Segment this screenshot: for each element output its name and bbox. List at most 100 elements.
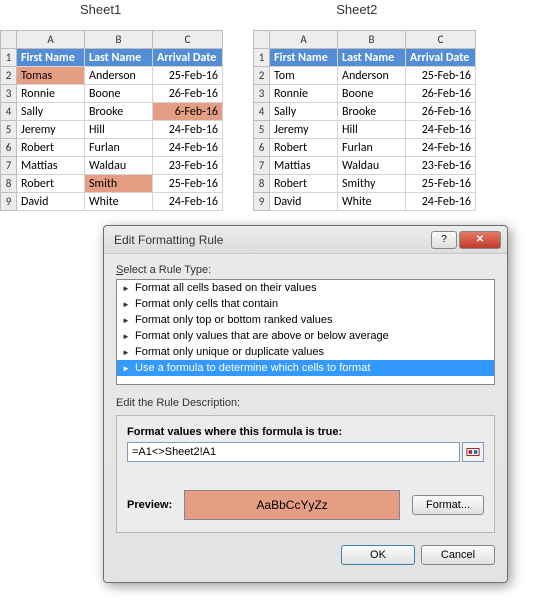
cell[interactable]: Ronnie (17, 85, 85, 103)
header-arrival-date[interactable]: Arrival Date (406, 49, 476, 67)
cell[interactable]: Boone (85, 85, 153, 103)
cell[interactable]: 25-Feb-16 (153, 67, 223, 85)
header-last-name[interactable]: Last Name (85, 49, 153, 67)
header-arrival-date[interactable]: Arrival Date (153, 49, 223, 67)
cell[interactable]: David (17, 193, 85, 211)
cell[interactable]: Robert (270, 175, 338, 193)
cell[interactable]: 25-Feb-16 (406, 67, 476, 85)
format-button[interactable]: Format... (412, 495, 484, 515)
cell[interactable]: White (338, 193, 406, 211)
row-header[interactable]: 4 (254, 103, 270, 121)
formula-input[interactable] (127, 442, 460, 462)
header-last-name[interactable]: Last Name (338, 49, 406, 67)
row-header[interactable]: 8 (254, 175, 270, 193)
cell[interactable]: 26-Feb-16 (406, 103, 476, 121)
dialog-titlebar[interactable]: Edit Formatting Rule ? ✕ (104, 226, 507, 254)
cell[interactable]: Furlan (85, 139, 153, 157)
cell[interactable]: 25-Feb-16 (153, 175, 223, 193)
row-header[interactable]: 9 (254, 193, 270, 211)
cell[interactable]: Jeremy (270, 121, 338, 139)
cell[interactable]: Robert (17, 139, 85, 157)
cell[interactable]: Robert (270, 139, 338, 157)
cell[interactable]: Brooke (85, 103, 153, 121)
cell[interactable]: 24-Feb-16 (406, 139, 476, 157)
cell[interactable]: Anderson (85, 67, 153, 85)
corner-cell[interactable] (1, 31, 17, 49)
row-header[interactable]: 6 (254, 139, 270, 157)
row-header[interactable]: 7 (1, 157, 17, 175)
sheet2-grid[interactable]: A B C 1 First Name Last Name Arrival Dat… (253, 30, 476, 211)
rule-type-item-selected[interactable]: Use a formula to determine which cells t… (117, 360, 494, 376)
cancel-button[interactable]: Cancel (421, 545, 495, 565)
row-header[interactable]: 5 (1, 121, 17, 139)
row-header[interactable]: 4 (1, 103, 17, 121)
cell[interactable]: Mattias (17, 157, 85, 175)
corner-cell[interactable] (254, 31, 270, 49)
row-header[interactable]: 9 (1, 193, 17, 211)
row-header[interactable]: 1 (254, 49, 270, 67)
cell[interactable]: 26-Feb-16 (153, 85, 223, 103)
cell[interactable]: Hill (85, 121, 153, 139)
cell[interactable]: Sally (270, 103, 338, 121)
cell[interactable]: 25-Feb-16 (406, 175, 476, 193)
col-header-B[interactable]: B (338, 31, 406, 49)
rule-type-item[interactable]: Format only top or bottom ranked values (117, 312, 494, 328)
cell[interactable]: Jeremy (17, 121, 85, 139)
header-first-name[interactable]: First Name (270, 49, 338, 67)
cell[interactable]: Anderson (338, 67, 406, 85)
cell[interactable]: White (85, 193, 153, 211)
rule-type-item[interactable]: Format only cells that contain (117, 296, 494, 312)
cell[interactable]: 23-Feb-16 (153, 157, 223, 175)
cell[interactable]: 24-Feb-16 (153, 121, 223, 139)
cell[interactable]: 26-Feb-16 (406, 85, 476, 103)
cell[interactable]: Waldau (338, 157, 406, 175)
cell[interactable]: Tom (270, 67, 338, 85)
cell[interactable]: 24-Feb-16 (153, 193, 223, 211)
cell[interactable]: Boone (338, 85, 406, 103)
cell[interactable]: David (270, 193, 338, 211)
row-header[interactable]: 3 (1, 85, 17, 103)
cell[interactable]: Brooke (338, 103, 406, 121)
cell[interactable]: 24-Feb-16 (406, 121, 476, 139)
ok-button[interactable]: OK (341, 545, 415, 565)
cell[interactable]: Smith (85, 175, 153, 193)
cell[interactable]: Robert (17, 175, 85, 193)
cell[interactable]: Mattias (270, 157, 338, 175)
cell[interactable]: 24-Feb-16 (153, 139, 223, 157)
col-header-C[interactable]: C (406, 31, 476, 49)
sheet1-label: Sheet1 (80, 2, 121, 17)
row-header[interactable]: 2 (1, 67, 17, 85)
cell[interactable]: 23-Feb-16 (406, 157, 476, 175)
row-header[interactable]: 7 (254, 157, 270, 175)
col-header-B[interactable]: B (85, 31, 153, 49)
rule-type-item[interactable]: Format only unique or duplicate values (117, 344, 494, 360)
rule-type-item[interactable]: Format all cells based on their values (117, 280, 494, 296)
cell[interactable]: Furlan (338, 139, 406, 157)
col-header-A[interactable]: A (17, 31, 85, 49)
cell[interactable]: Ronnie (270, 85, 338, 103)
sheet1-grid[interactable]: A B C 1 First Name Last Name Arrival Dat… (0, 30, 223, 211)
cell[interactable]: Sally (17, 103, 85, 121)
row-header[interactable]: 1 (1, 49, 17, 67)
col-header-A[interactable]: A (270, 31, 338, 49)
cell[interactable]: Tomas (17, 67, 85, 85)
help-button[interactable]: ? (431, 231, 457, 249)
row-header[interactable]: 3 (254, 85, 270, 103)
range-selector-button[interactable] (462, 442, 484, 462)
rule-description-box: Format values where this formula is true… (116, 415, 495, 533)
col-header-C[interactable]: C (153, 31, 223, 49)
cell[interactable]: 6-Feb-16 (153, 103, 223, 121)
cell[interactable]: Waldau (85, 157, 153, 175)
row-header[interactable]: 5 (254, 121, 270, 139)
rule-type-list[interactable]: Format all cells based on their values F… (116, 279, 495, 385)
header-first-name[interactable]: First Name (17, 49, 85, 67)
row-header[interactable]: 6 (1, 139, 17, 157)
row-header[interactable]: 2 (254, 67, 270, 85)
close-button[interactable]: ✕ (459, 231, 501, 249)
rule-type-item[interactable]: Format only values that are above or bel… (117, 328, 494, 344)
cell[interactable]: 24-Feb-16 (406, 193, 476, 211)
select-rule-type-label: Select a Rule Type: (116, 264, 495, 276)
cell[interactable]: Smithy (338, 175, 406, 193)
cell[interactable]: Hill (338, 121, 406, 139)
row-header[interactable]: 8 (1, 175, 17, 193)
